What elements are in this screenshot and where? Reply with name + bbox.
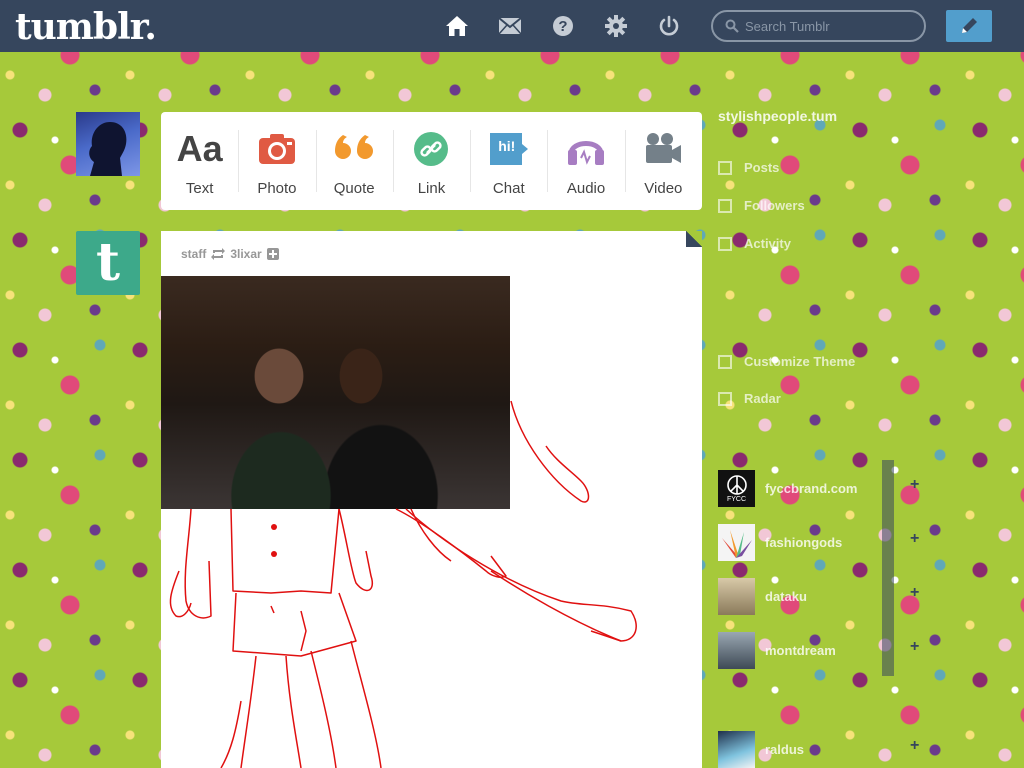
post-type-video[interactable]: Video (624, 112, 702, 210)
radar-icon (718, 391, 732, 406)
text-icon: Aa (176, 128, 223, 169)
sidebar-item-label: Activity (744, 236, 791, 251)
recommended-avatar[interactable] (718, 523, 755, 561)
post-type-label: Video (644, 180, 683, 197)
tumblr-t-logo: t (95, 232, 121, 293)
dashboard-post: staff 3lixar (161, 231, 702, 768)
plus-icon[interactable]: + (910, 638, 922, 656)
svg-text:?: ? (558, 18, 567, 35)
user-avatar[interactable] (76, 112, 140, 176)
fan-logo-icon (722, 529, 752, 558)
silhouette-icon (89, 122, 127, 176)
sidebar-item-customize[interactable]: Customize Theme (718, 354, 855, 369)
staff-avatar[interactable]: t (76, 231, 140, 295)
activity-icon (718, 236, 732, 251)
link-icon (413, 130, 449, 168)
compose-button[interactable] (946, 10, 992, 42)
plus-icon[interactable]: + (910, 530, 922, 548)
post-type-label: Quote (333, 180, 375, 197)
sidebar-item-label: Customize Theme (744, 354, 856, 369)
search-box[interactable] (711, 10, 926, 42)
tumblr-logo[interactable]: tumblr. (15, 6, 157, 48)
customize-icon (718, 354, 732, 369)
quote-icon (333, 130, 375, 168)
recommended-blog[interactable]: raldus (718, 730, 903, 768)
peace-icon (726, 474, 747, 495)
recommended-blog[interactable]: fashiongods (718, 523, 903, 561)
chat-badge-text: hi! (498, 138, 516, 154)
sidebar-item-label: Posts (744, 160, 780, 175)
sidebar-item-posts[interactable]: Posts (718, 160, 779, 175)
post-type-photo[interactable]: Photo (238, 112, 315, 210)
home-icon[interactable] (444, 13, 470, 39)
post-type-label: Text (185, 180, 214, 197)
search-icon (725, 19, 739, 33)
plus-icon[interactable]: + (910, 584, 922, 602)
post-type-link[interactable]: Link (392, 112, 470, 210)
chat-icon: hi! (489, 130, 529, 168)
recommended-strip (882, 460, 894, 676)
post-type-chat[interactable]: hi! Chat (470, 112, 547, 210)
recommended-avatar[interactable] (718, 631, 755, 669)
recommended-avatar[interactable]: FYCC (718, 469, 755, 507)
recommended-avatar-text: FYCC (726, 495, 747, 503)
post-type-label: Photo (257, 180, 297, 197)
post-type-text[interactable]: Aa Text (161, 112, 238, 210)
search-input[interactable] (739, 12, 924, 40)
power-icon[interactable] (656, 13, 682, 39)
post-type-label: Link (417, 180, 446, 197)
post-type-label: Chat (492, 180, 525, 197)
sidebar-item-label: Followers (744, 198, 805, 213)
recommended-avatar[interactable] (718, 730, 755, 768)
sketch-drawing (169, 400, 637, 768)
camera-icon (258, 130, 296, 168)
recommended-avatar[interactable] (718, 577, 755, 615)
plus-icon[interactable]: + (910, 737, 922, 755)
recommended-name: raldus (765, 741, 805, 757)
sidebar-blog-title[interactable]: stylishpeople.tum (718, 108, 837, 124)
plus-icon[interactable]: + (910, 476, 922, 494)
sidebar-item-label: Radar (744, 391, 781, 406)
sidebar-item-radar[interactable]: Radar (718, 391, 781, 406)
recommended-blog[interactable]: dataku (718, 577, 903, 615)
top-bar: tumblr. ? (0, 0, 1024, 52)
sidebar-item-followers[interactable]: Followers (718, 198, 805, 213)
post-type-quote[interactable]: Quote (315, 112, 393, 210)
recommended-blog[interactable]: montdream (718, 631, 903, 669)
followers-icon (718, 198, 732, 213)
question-icon[interactable]: ? (550, 13, 576, 39)
sidebar-item-activity[interactable]: Activity (718, 236, 791, 251)
post-type-label: Audio (566, 180, 606, 197)
post-type-audio[interactable]: Audio (547, 112, 624, 210)
envelope-icon[interactable] (497, 13, 523, 39)
recommended-blog[interactable]: FYCC fyccbrand.com (718, 469, 903, 507)
video-camera-icon (643, 130, 683, 168)
posts-icon (718, 160, 732, 175)
post-type-selector: Aa Text Photo Quote Link hi! Chat Audio (161, 112, 702, 210)
pencil-icon (958, 15, 980, 37)
headphones-icon (566, 130, 606, 168)
gear-icon[interactable] (603, 13, 629, 39)
